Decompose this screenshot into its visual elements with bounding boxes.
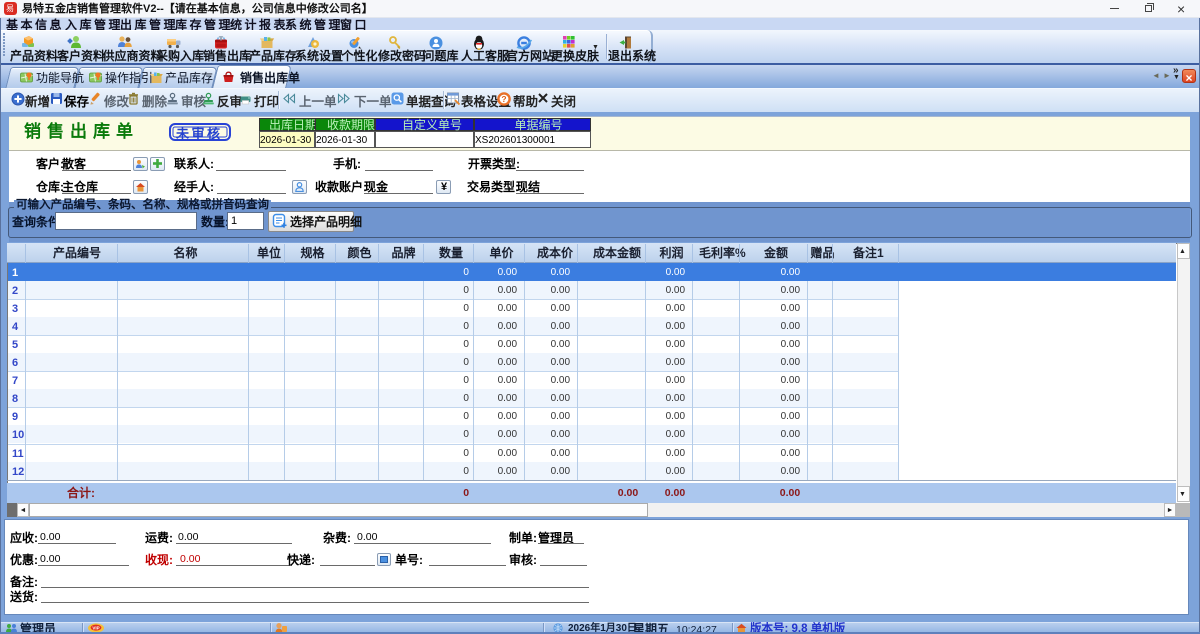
svg-text:VIP: VIP (92, 626, 99, 631)
svg-text:?: ? (501, 94, 506, 104)
